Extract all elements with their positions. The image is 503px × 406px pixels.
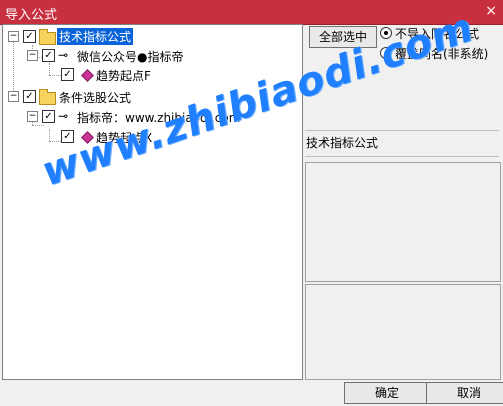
ok-button[interactable]: 确定 <box>344 382 430 404</box>
formula-diamond-icon <box>81 69 94 82</box>
radio-overwrite[interactable] <box>380 47 392 59</box>
tree-node-label: 微信公众号●指标帝 <box>77 50 184 64</box>
formula-type-label: 技术指标公式 <box>306 136 379 150</box>
tree-node-label: 趋势起点X <box>96 131 153 145</box>
tree-checkbox[interactable]: ✓ <box>42 110 55 123</box>
tree-node-trend-x[interactable]: ✓ 趋势起点X <box>3 127 203 145</box>
formula-info-box <box>305 162 501 282</box>
tree-checkbox[interactable]: ✓ <box>23 30 36 43</box>
radio-skip-duplicate[interactable] <box>380 27 392 39</box>
tree-checkbox[interactable]: ✓ <box>42 49 55 62</box>
tree-node-label: 趋势起点F <box>96 69 151 83</box>
folder-icon <box>39 89 56 105</box>
tree-node-stock-select[interactable]: − ✓ 条件选股公式 <box>3 87 203 105</box>
divider <box>305 130 499 131</box>
folder-icon <box>39 29 56 45</box>
tree-node-wechat[interactable]: − ✓ ⊸ 微信公众号●指标帝 <box>3 46 223 64</box>
tree-node-label: 条件选股公式 <box>59 91 132 105</box>
tree-node-label: 技术指标公式 <box>57 28 134 45</box>
collapse-icon[interactable]: − <box>27 50 38 61</box>
tree-connector <box>32 125 44 126</box>
close-icon[interactable]: × <box>485 3 497 19</box>
formula-tree[interactable]: − ✓ 技术指标公式 − ✓ ⊸ 微信公众号●指标帝 ✓ 趋势起点F − ✓ 条… <box>2 24 303 380</box>
formula-diamond-icon <box>81 131 94 144</box>
key-icon: ⊸ <box>58 48 69 62</box>
window-title: 导入公式 <box>5 8 58 23</box>
tree-node-zhibiaodi[interactable]: − ✓ ⊸ 指标帝：www.zhibiaodi.com <box>3 107 263 125</box>
key-icon: ⊸ <box>58 109 69 123</box>
select-all-button[interactable]: 全部选中 <box>309 26 377 48</box>
collapse-icon[interactable]: − <box>8 91 19 102</box>
collapse-icon[interactable]: − <box>8 31 19 42</box>
cancel-button[interactable]: 取消 <box>426 382 503 404</box>
tree-checkbox[interactable]: ✓ <box>23 90 36 103</box>
tree-checkbox[interactable]: ✓ <box>61 130 74 143</box>
tree-node-label: 指标帝：www.zhibiaodi.com <box>77 111 241 125</box>
collapse-icon[interactable]: − <box>27 111 38 122</box>
radio-overwrite-label: 覆盖同名(非系统) <box>395 47 489 61</box>
radio-skip-duplicate-label: 不导入同名公式 <box>395 27 480 41</box>
title-bar: 导入公式 × <box>0 0 503 25</box>
tree-node-tech-formula[interactable]: − ✓ 技术指标公式 <box>3 27 203 45</box>
tree-checkbox[interactable]: ✓ <box>61 68 74 81</box>
formula-desc-box <box>305 284 501 380</box>
divider <box>305 156 499 157</box>
tree-node-trend-f[interactable]: ✓ 趋势起点F <box>3 65 203 83</box>
